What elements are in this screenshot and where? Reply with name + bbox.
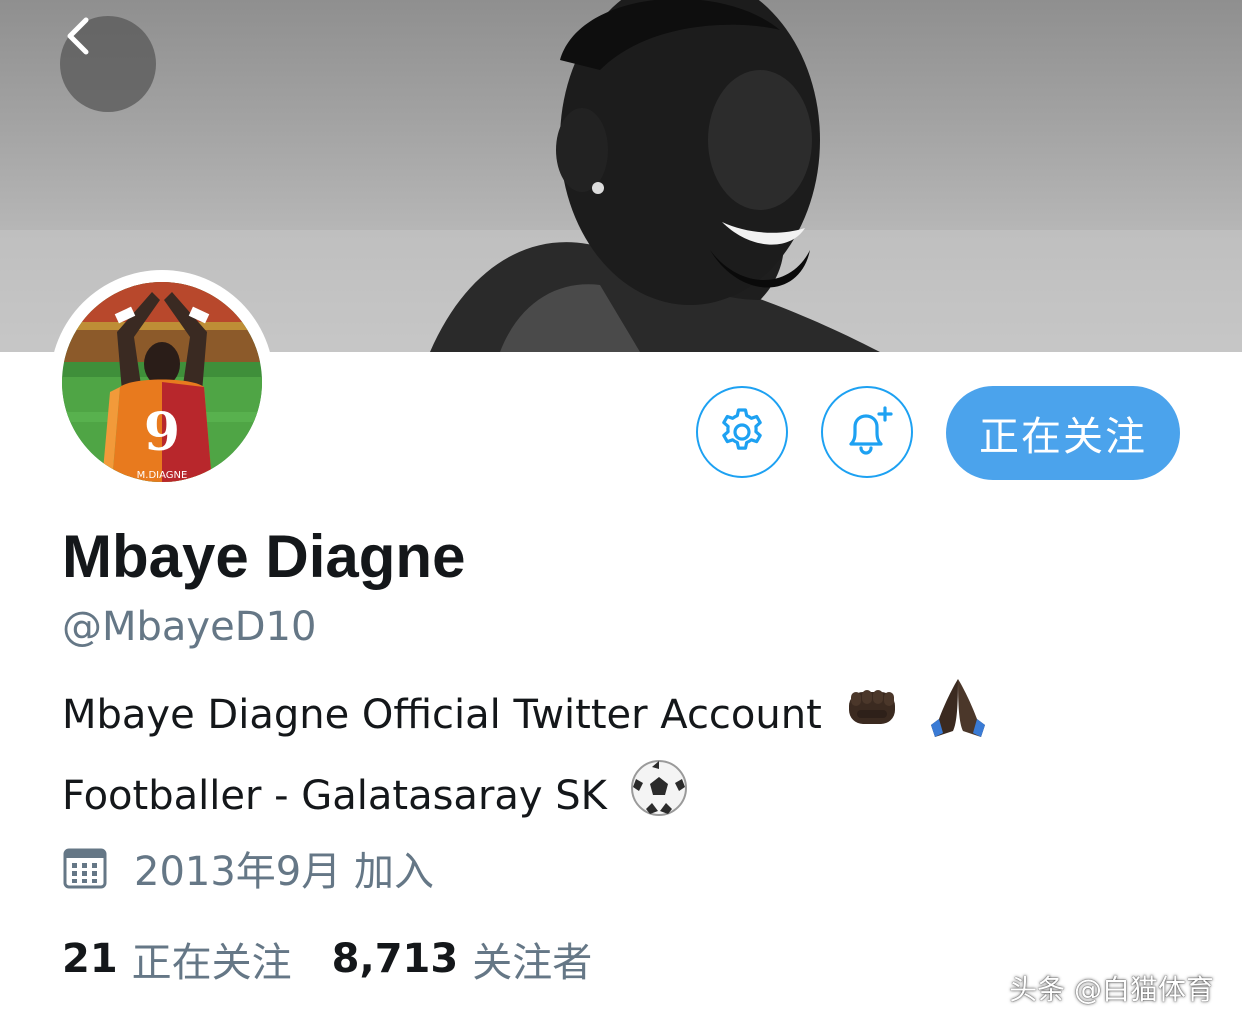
watermark: 头条 @白猫体育 (1009, 973, 1214, 1006)
following-label: 正在关注 (131, 940, 292, 986)
back-button[interactable] (60, 16, 156, 112)
avatar-jersey-number: 9 (144, 402, 180, 463)
following-stat[interactable]: 21 正在关注 (62, 930, 292, 988)
bio-line-1-text: Mbaye Diagne Official Twitter Account (62, 692, 822, 738)
follow-stats: 21 正在关注 8,713 关注者 (62, 930, 632, 988)
followers-stat[interactable]: 8,713 关注者 (332, 930, 593, 988)
avatar-image: 9 M.DIAGNE (62, 282, 262, 482)
followers-label: 关注者 (472, 940, 593, 986)
calendar-icon (63, 848, 107, 889)
bell-plus-icon (849, 406, 893, 455)
gear-icon (722, 408, 762, 450)
following-button[interactable]: 正在关注 (946, 386, 1180, 480)
username: @MbayeD10 (62, 604, 317, 650)
notifications-button[interactable] (821, 386, 913, 478)
avatar-jersey-name: M.DIAGNE (137, 470, 188, 481)
soccer-ball-icon (630, 759, 688, 837)
display-name: Mbaye Diagne (62, 523, 466, 590)
join-date: 2013年9月 加入 (62, 838, 434, 898)
following-count: 21 (62, 936, 118, 982)
avatar[interactable]: 9 M.DIAGNE (62, 282, 262, 482)
chevron-left-icon (67, 17, 89, 55)
join-date-text: 2013年9月 加入 (134, 849, 434, 895)
followers-count: 8,713 (331, 936, 459, 982)
bio-line-2-text: Footballer - Galatasaray SK (62, 773, 607, 819)
bio-line-1: Mbaye Diagne Official Twitter Account (62, 675, 991, 759)
bio-line-2: Footballer - Galatasaray SK (62, 759, 991, 837)
praying-hands-emoji-icon (925, 675, 991, 759)
bio: Mbaye Diagne Official Twitter Account Fo… (62, 675, 991, 837)
fist-emoji-icon (845, 684, 903, 750)
settings-button[interactable] (696, 386, 788, 478)
